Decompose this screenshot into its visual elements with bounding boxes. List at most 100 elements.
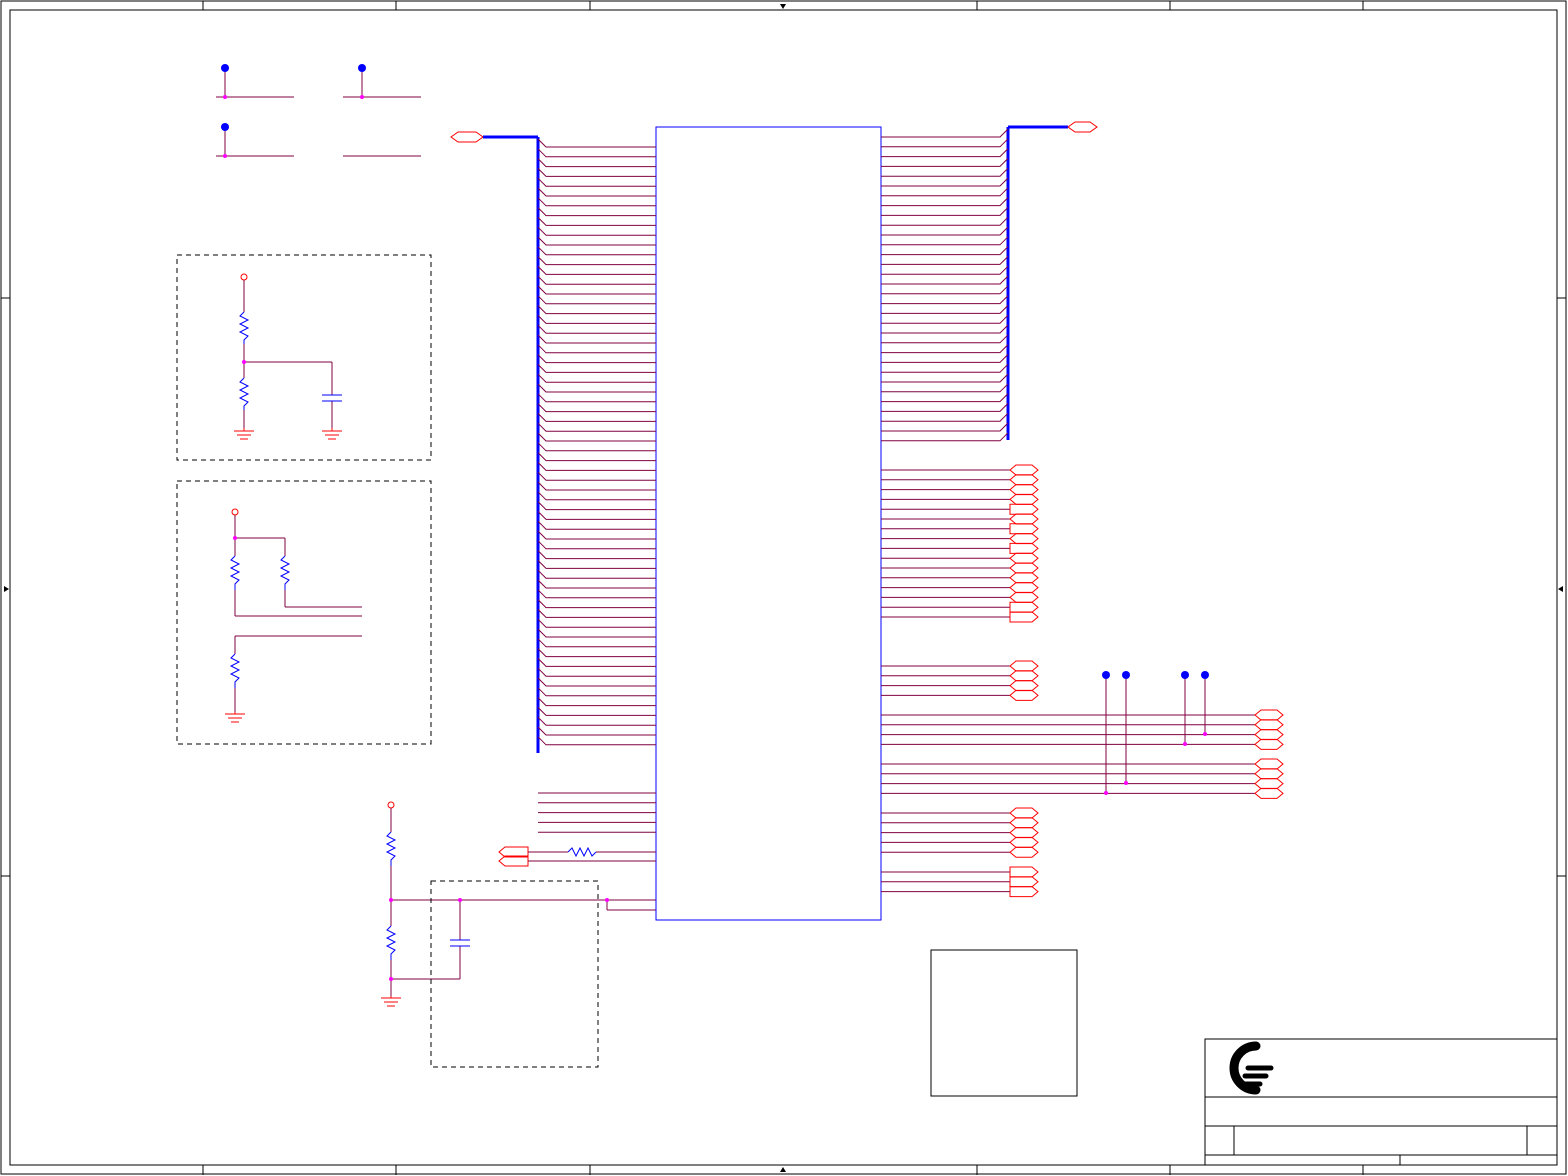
junction-icon — [1104, 791, 1108, 795]
bus-entry-wire — [537, 246, 656, 256]
port-icon — [1254, 729, 1284, 741]
bus-entry-wire — [537, 697, 656, 707]
bus-entry-wire — [537, 295, 656, 305]
port-icon — [1009, 846, 1039, 858]
port-icon — [1009, 670, 1039, 682]
right-ports — [881, 464, 1039, 898]
port-icon — [1009, 562, 1039, 574]
port-icon — [1254, 709, 1284, 721]
bus-entry-wire — [881, 138, 1009, 148]
bus-entry-wire — [537, 266, 656, 275]
bus-entry-wire — [537, 736, 656, 746]
resistor-icon — [229, 653, 241, 688]
bus-entry-wire — [881, 236, 1009, 246]
bus-entry-wire — [537, 599, 656, 609]
bus-entry-wire — [881, 216, 1009, 226]
bus-entry-wire — [537, 618, 656, 628]
port-icon — [1009, 523, 1039, 535]
port-icon — [1009, 552, 1039, 564]
bus-entry-wire — [537, 158, 656, 168]
bus-entry-wire — [881, 226, 1009, 236]
port-icon — [1009, 582, 1039, 594]
bus-entry-wire — [537, 648, 656, 658]
ground-icon — [225, 712, 245, 723]
bus-entry-wire — [537, 481, 656, 491]
bus-entry-wire — [537, 560, 656, 569]
bus-entry-wire — [537, 579, 656, 589]
junction-icon — [223, 95, 227, 99]
bus-entry-wire — [537, 589, 656, 599]
bus-entry-wire — [881, 295, 1009, 305]
port-icon — [1254, 778, 1284, 790]
port-icon — [1009, 886, 1039, 898]
bus-entry-wire — [537, 520, 656, 530]
junction-icon — [1203, 732, 1207, 736]
bus-entry-wire — [537, 226, 656, 236]
bus-entry-wire — [537, 540, 656, 550]
bus-entry-wire — [537, 491, 656, 501]
bus-entry-wire — [537, 256, 656, 266]
bus-entry-wire — [881, 128, 1009, 138]
bus-entry-wire — [537, 217, 656, 226]
center-arrows — [4, 4, 1563, 1172]
bus-entry-wire — [881, 305, 1009, 314]
bus-entry-wire — [537, 422, 656, 432]
bus-entry-wire — [537, 628, 656, 638]
bus-entry-wire — [537, 334, 656, 344]
bus-entry-wire — [537, 452, 656, 462]
supply-icon — [231, 508, 239, 516]
port-icon — [1009, 503, 1039, 515]
port-icon — [1009, 680, 1039, 692]
port-icon — [1009, 866, 1039, 878]
divider-block-1 — [176, 254, 432, 461]
power-dot-icon — [221, 123, 229, 131]
junction-icon — [458, 898, 462, 902]
bus-entry-wire — [881, 246, 1009, 256]
junction-icon — [389, 977, 393, 981]
junction-icon — [389, 898, 393, 902]
resistor-icon — [238, 377, 250, 410]
port-icon — [1009, 464, 1039, 476]
bus-entry-wire — [881, 334, 1009, 344]
bus-entry-wire — [537, 413, 656, 422]
bus-entry-wire — [537, 236, 656, 246]
resistor-icon — [279, 555, 291, 590]
bus-entry-wire — [881, 422, 1009, 432]
capacitor-icon — [322, 394, 342, 402]
bus-entry-wire — [537, 716, 656, 726]
bus-entry-wire — [537, 148, 656, 158]
bus-entry-wire — [537, 667, 656, 677]
left-bus — [450, 131, 656, 753]
schematic-sheet — [0, 0, 1568, 1176]
bus-entry-wire — [537, 364, 656, 373]
bus-entry-wire — [537, 677, 656, 687]
schematic-canvas — [0, 0, 1567, 1175]
port-icon — [1009, 836, 1039, 848]
ground-icon — [322, 428, 342, 440]
bus-entry-wire — [537, 324, 656, 334]
bus-entry-wire — [537, 197, 656, 207]
port-icon — [1009, 601, 1039, 613]
capacitor-icon — [450, 939, 470, 947]
bus-entry-wire — [537, 442, 656, 452]
power-dot-icon — [1102, 671, 1110, 679]
bus-entry-wire — [881, 265, 1009, 275]
bus-entry-wire — [537, 638, 656, 648]
port-icon — [1009, 807, 1039, 819]
port-icon — [1254, 758, 1284, 770]
port-icon — [1009, 533, 1039, 545]
junction-icon — [223, 154, 227, 158]
bus-entry-wire — [881, 187, 1009, 197]
power-dot-icon — [358, 64, 366, 72]
bus-entry-wire — [537, 569, 656, 579]
junction-icon — [1124, 781, 1128, 785]
bus-entry-wire — [537, 462, 656, 471]
port-icon — [1009, 876, 1039, 888]
bus-entry-wire — [537, 403, 656, 413]
junction-icon — [233, 536, 237, 540]
bus-entry-wire — [537, 432, 656, 442]
bus-entry-wire — [881, 285, 1009, 295]
bus-entry-wire — [881, 324, 1009, 334]
bus-entry-wire — [881, 432, 1009, 442]
series-resistor — [498, 846, 656, 867]
